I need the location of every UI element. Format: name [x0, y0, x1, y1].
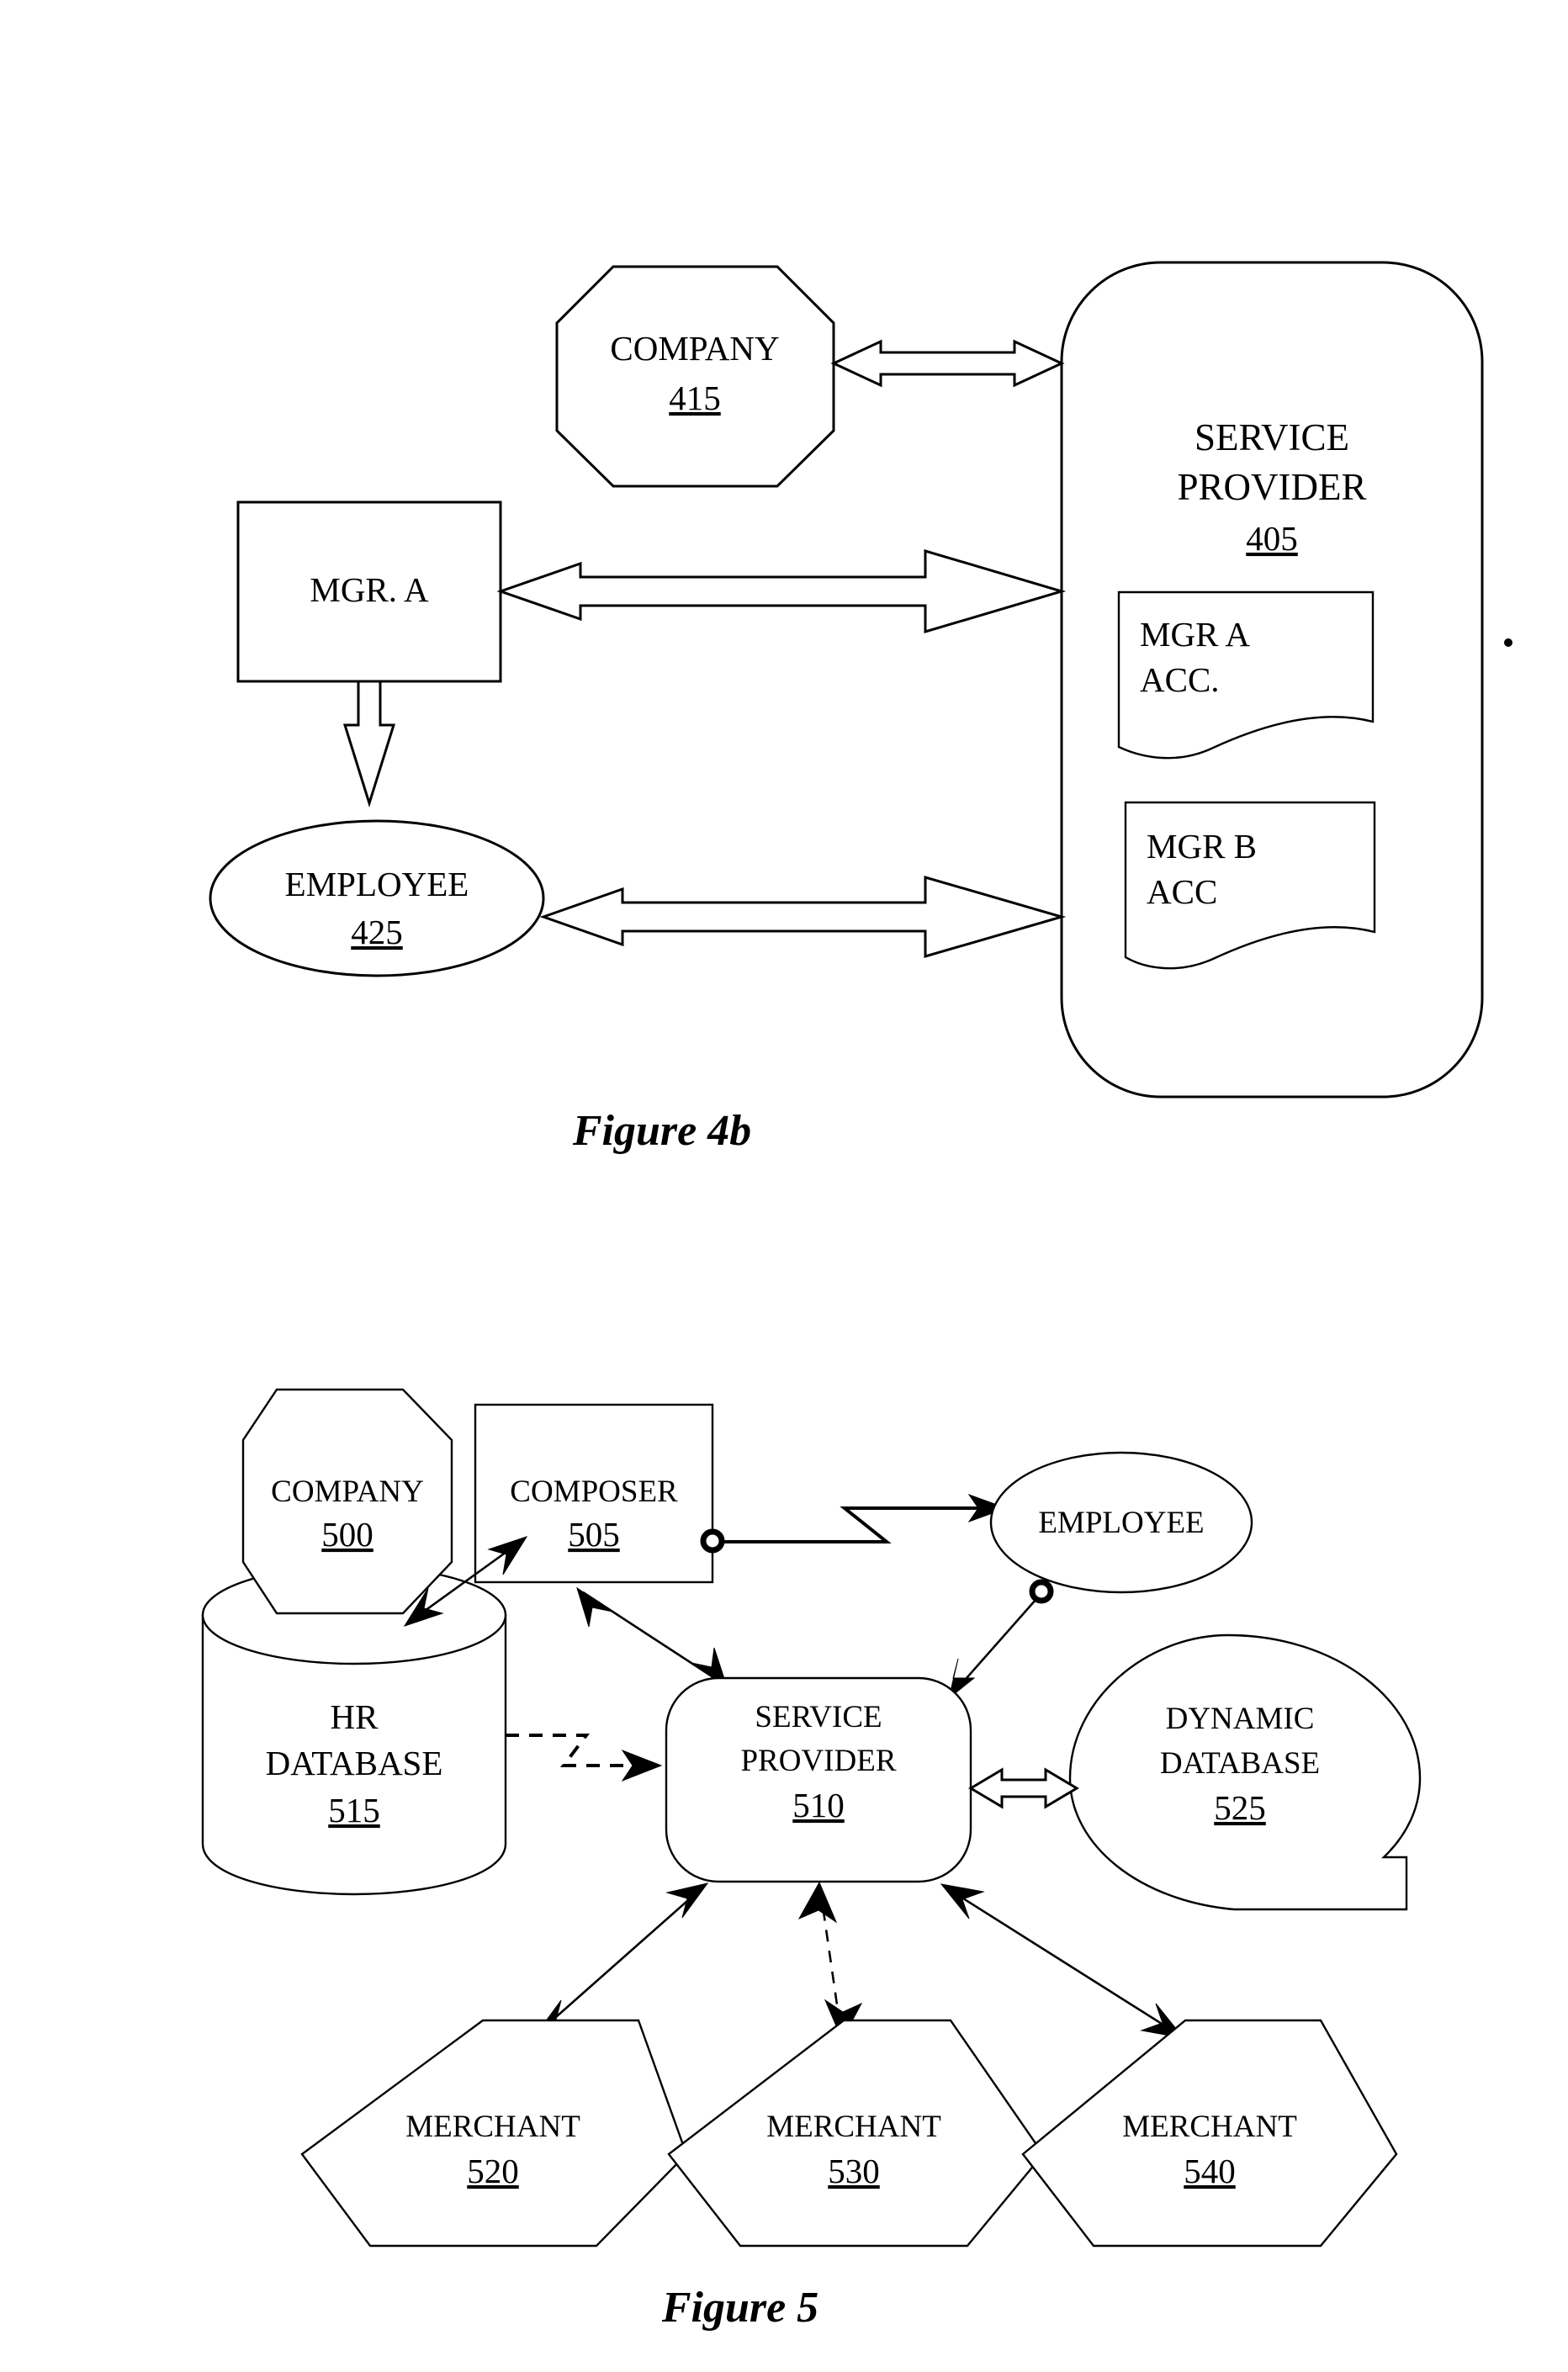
fig4b-caption: Figure 4b: [572, 1107, 751, 1155]
fig4b-company-shape: [555, 265, 835, 488]
fig4b-mgr-b-acc-label-line2: ACC: [1147, 872, 1217, 911]
fig5-merchant-520-node: MERCHANT 520: [300, 2019, 688, 2248]
fig4b-mgr-a-acc-label-line1: MGR A: [1140, 615, 1250, 654]
fig4b-arrow-employee-service-provider: [539, 876, 1067, 958]
fig5-merchant-520-ref: 520: [467, 2152, 519, 2190]
fig5-arrow-employee-service-provider: [948, 1598, 1037, 1700]
fig4b-arrow-mgr-a-service-provider: [496, 548, 1067, 634]
fig5-dynamic-database-label-line1: DYNAMIC: [1166, 1702, 1315, 1736]
fig5-employee-label: EMPLOYEE: [1038, 1506, 1204, 1540]
fig5-composer-ref: 505: [568, 1515, 620, 1554]
fig4b-hollow-double-arrow-middle: [496, 548, 1067, 634]
fig5-zigzag-line: [723, 1506, 1001, 1543]
figure-5: HR DATABASE 515 COMPANY 500 COMPOSER 505: [201, 1388, 1422, 2332]
fig5-arrow-service-provider-merchant-540: [940, 1883, 1185, 2039]
fig5-merchant-520-label: MERCHANT: [405, 2110, 580, 2144]
fig4b-mgr-b-acc-label-line1: MGR B: [1147, 827, 1257, 866]
fig4b-employee-ref: 425: [351, 913, 403, 951]
fig5-company-ref: 500: [321, 1515, 373, 1554]
fig5-dynamic-database-label-line2: DATABASE: [1160, 1746, 1320, 1781]
patent-figure-sheet: SERVICE PROVIDER 405 MGR A ACC. MGR B AC…: [0, 0, 1568, 2372]
fig4b-arrow-company-service-provider: [830, 339, 1065, 388]
fig5-hr-database-label-line1: HR: [331, 1697, 379, 1736]
figure-4b: SERVICE PROVIDER 405 MGR A ACC. MGR B AC…: [209, 261, 1512, 1155]
fig5-hr-sp-arrowhead: [621, 1749, 663, 1782]
fig5-service-provider-node: SERVICE PROVIDER 510: [665, 1676, 972, 1883]
scan-speck-artifact: [1504, 638, 1512, 647]
fig5-composer-label: COMPOSER: [510, 1475, 678, 1509]
fig5-sp-m530-arrowhead-up: [797, 1881, 838, 1924]
fig5-arrow-service-provider-dynamic-database: [968, 1767, 1079, 1809]
fig5-dynamic-database-ref: 525: [1214, 1788, 1266, 1827]
fig4b-hollow-double-arrow-bottom: [539, 876, 1067, 958]
fig5-arrow-composer-service-provider: [576, 1586, 728, 1688]
figures-canvas: SERVICE PROVIDER 405 MGR A ACC. MGR B AC…: [201, 261, 1512, 2332]
fig4b-company-node: COMPANY 415: [555, 265, 835, 488]
fig4b-employee-label: EMPLOYEE: [285, 865, 469, 903]
fig5-hollow-double-arrow: [968, 1767, 1079, 1809]
fig4b-arrow-mgr-a-employee: [342, 680, 396, 808]
fig5-sp-m540-line: [946, 1887, 1179, 2036]
fig5-employee-connector-dot: [1029, 1579, 1054, 1604]
fig4b-mgr-a-node: MGR. A: [236, 500, 502, 683]
fig4b-mgr-a-acc-label-line2: ACC.: [1140, 660, 1220, 699]
fig5-company-label: COMPANY: [271, 1475, 424, 1509]
fig4b-employee-node: EMPLOYEE 425: [209, 819, 545, 977]
fig5-merchant-540-node: MERCHANT 540: [1021, 2019, 1398, 2248]
fig4b-company-label: COMPANY: [610, 329, 779, 368]
fig5-arrow-composer-employee: [723, 1493, 1008, 1543]
fig5-sp-m540-arrowhead-up: [940, 1883, 985, 1919]
fig5-arrow-hr-database-service-provider: [506, 1734, 663, 1782]
fig5-merchant-540-label: MERCHANT: [1122, 2110, 1297, 2144]
fig5-hr-database-label-line2: DATABASE: [266, 1744, 443, 1782]
fig5-sp-m520-line: [541, 1888, 702, 2030]
fig5-caption: Figure 5: [661, 2284, 818, 2332]
fig4b-hollow-double-arrow-top: [830, 339, 1065, 388]
fig4b-mgr-a-label: MGR. A: [310, 570, 429, 609]
fig5-service-provider-ref: 510: [792, 1786, 845, 1824]
fig5-service-provider-label-line1: SERVICE: [755, 1700, 882, 1734]
fig5-arrow-service-provider-merchant-530: [797, 1881, 863, 2041]
fig4b-service-provider-label-line2: PROVIDER: [1177, 466, 1366, 508]
fig5-company-node: COMPANY 500: [241, 1388, 453, 1615]
fig5-merchant-530-label: MERCHANT: [766, 2110, 941, 2144]
fig5-dynamic-database-node: DYNAMIC DATABASE 525: [1068, 1633, 1422, 1911]
fig4b-company-ref: 415: [669, 379, 721, 417]
fig5-merchant-530-node: MERCHANT 530: [667, 2019, 1045, 2248]
fig4b-service-provider-ref: 405: [1246, 519, 1298, 558]
fig5-merchant-530-ref: 530: [828, 2152, 880, 2190]
fig5-service-provider-label-line2: PROVIDER: [740, 1744, 896, 1778]
fig5-hr-database-node: HR DATABASE 515: [201, 1565, 507, 1896]
fig5-hr-database-ref: 515: [328, 1791, 380, 1829]
fig4b-hollow-down-arrow: [342, 680, 396, 808]
fig5-merchant-540-ref: 540: [1184, 2152, 1236, 2190]
fig5-employee-node: EMPLOYEE: [989, 1451, 1253, 1594]
fig4b-service-provider-label-line1: SERVICE: [1195, 416, 1349, 458]
fig5-composer-connector-dot: [700, 1528, 725, 1554]
fig5-arrow-service-provider-merchant-520: [534, 1882, 709, 2036]
